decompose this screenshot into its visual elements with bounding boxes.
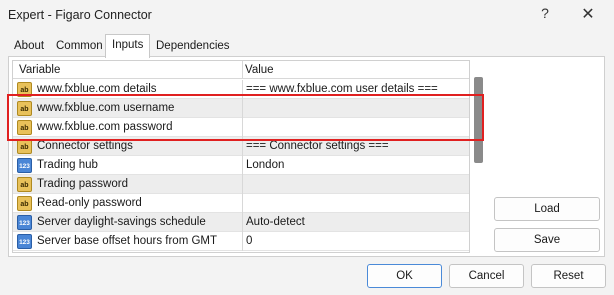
highlight-box bbox=[7, 94, 484, 141]
variable-name: Read-only password bbox=[37, 197, 142, 209]
help-icon[interactable]: ? bbox=[536, 5, 554, 25]
grid-row[interactable]: 123 Server daylight-savings schedule Aut… bbox=[13, 213, 469, 232]
column-header-variable[interactable]: Variable bbox=[19, 64, 60, 76]
tab-dependencies[interactable]: Dependencies bbox=[150, 36, 236, 57]
save-button[interactable]: Save bbox=[494, 228, 600, 252]
variable-name: Trading password bbox=[37, 178, 128, 190]
cell-divider bbox=[242, 194, 243, 213]
numeric-type-icon: 123 bbox=[17, 158, 32, 173]
grid-row[interactable]: ab Trading password bbox=[13, 175, 469, 194]
column-header-value[interactable]: Value bbox=[245, 64, 274, 76]
variable-value[interactable]: === Connector settings === bbox=[246, 140, 389, 152]
inputs-grid: Variable Value ab www.fxblue.com details… bbox=[12, 60, 470, 253]
variable-name: Connector settings bbox=[37, 140, 133, 152]
numeric-type-icon: 123 bbox=[17, 234, 32, 249]
window-title: Expert - Figaro Connector bbox=[8, 8, 152, 22]
string-type-icon: ab bbox=[17, 177, 32, 192]
variable-value[interactable]: Auto-detect bbox=[246, 216, 305, 228]
cell-divider bbox=[242, 213, 243, 232]
cell-divider bbox=[242, 175, 243, 194]
tab-about[interactable]: About bbox=[8, 36, 50, 57]
grid-row[interactable]: ab Read-only password bbox=[13, 194, 469, 213]
variable-name: Server base offset hours from GMT bbox=[37, 235, 218, 247]
close-icon[interactable]: ✕ bbox=[577, 4, 599, 26]
title-bar: Expert - Figaro Connector ? ✕ bbox=[0, 0, 614, 31]
string-type-icon: ab bbox=[17, 139, 32, 154]
variable-value[interactable]: London bbox=[246, 159, 284, 171]
grid-header: Variable Value bbox=[13, 61, 469, 79]
ok-button[interactable]: OK bbox=[367, 264, 442, 288]
cancel-button[interactable]: Cancel bbox=[449, 264, 524, 288]
column-divider[interactable] bbox=[242, 61, 243, 79]
variable-name: Trading hub bbox=[37, 159, 98, 171]
string-type-icon: ab bbox=[17, 196, 32, 211]
variable-name: Server daylight-savings schedule bbox=[37, 216, 206, 228]
tab-common[interactable]: Common bbox=[50, 36, 109, 57]
variable-value[interactable]: 0 bbox=[246, 235, 252, 247]
grid-row[interactable]: 123 Server base offset hours from GMT 0 bbox=[13, 232, 469, 251]
numeric-type-icon: 123 bbox=[17, 215, 32, 230]
reset-button[interactable]: Reset bbox=[531, 264, 606, 288]
cell-divider bbox=[242, 156, 243, 175]
tab-inputs[interactable]: Inputs bbox=[105, 34, 150, 58]
cell-divider bbox=[242, 232, 243, 251]
grid-row[interactable]: 123 Trading hub London bbox=[13, 156, 469, 175]
load-button[interactable]: Load bbox=[494, 197, 600, 221]
